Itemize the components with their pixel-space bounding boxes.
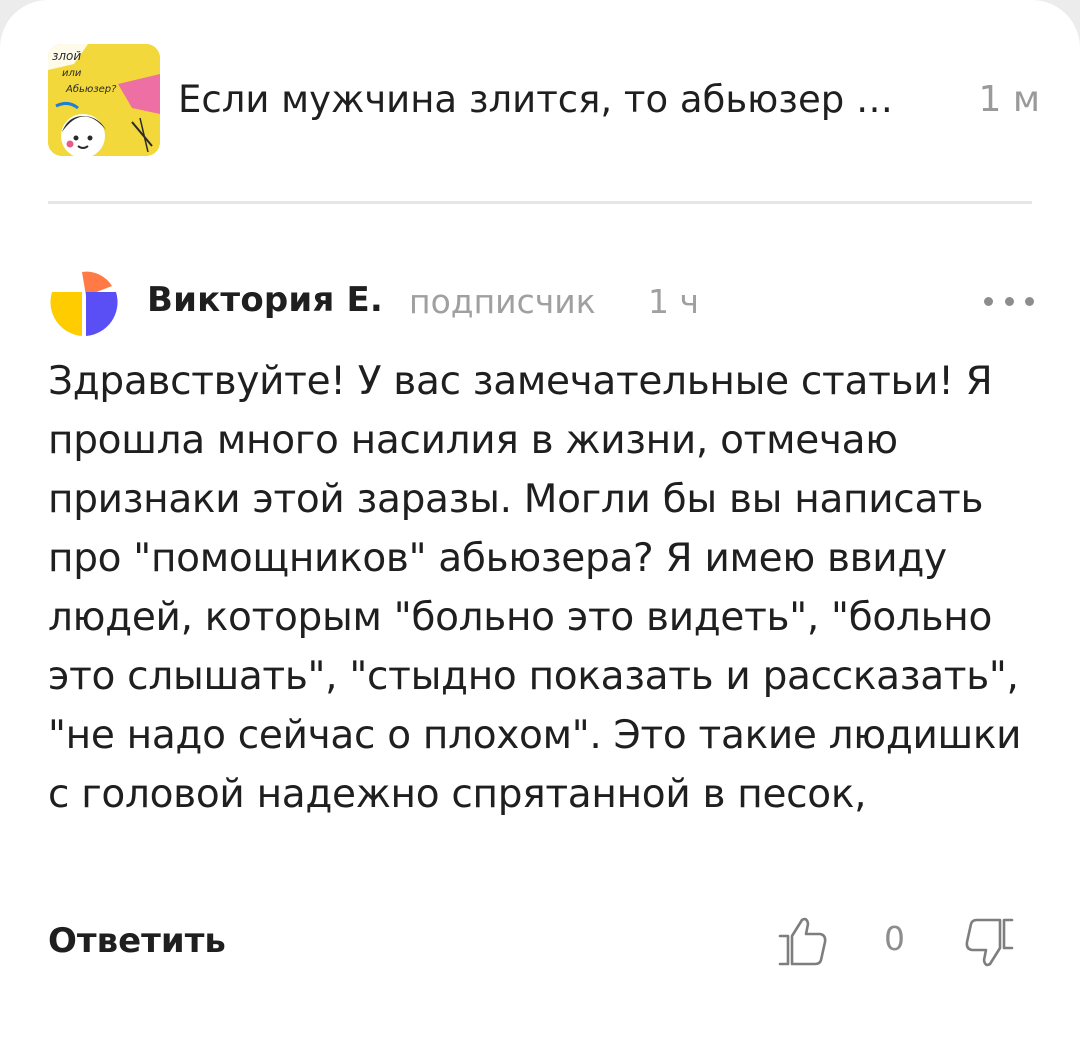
comment-text: Здравствуйте! У вас замечательные статьи…: [48, 359, 1022, 817]
article-time: 1 м: [978, 79, 1040, 120]
article-title[interactable]: Если мужчина злится, то абьюзер …: [178, 78, 968, 122]
more-dots-icon[interactable]: [984, 286, 1034, 316]
thumb-text-1: злой: [52, 49, 81, 63]
comment-time: 1 ч: [648, 282, 699, 321]
thumbs-up-icon[interactable]: [776, 914, 832, 970]
article-link[interactable]: злой или Абьюзер? Если мужчина злится, т…: [48, 44, 1040, 156]
thumb-text-2: или: [62, 68, 82, 79]
article-thumbnail-art: злой или Абьюзер?: [48, 44, 160, 156]
comment-card: злой или Абьюзер? Если мужчина злится, т…: [0, 0, 1080, 1060]
subscriber-label: подписчик: [409, 282, 596, 321]
reply-button[interactable]: Ответить: [48, 918, 226, 964]
like-count: 0: [884, 919, 905, 958]
thumbs-down-icon[interactable]: [960, 914, 1016, 970]
divider: [48, 201, 1032, 204]
thumb-text-3: Абьюзер?: [65, 83, 117, 95]
comment-author[interactable]: Виктория Е.: [147, 278, 383, 322]
yandex-avatar-icon[interactable]: [48, 266, 120, 338]
article-thumbnail: злой или Абьюзер?: [48, 44, 160, 156]
